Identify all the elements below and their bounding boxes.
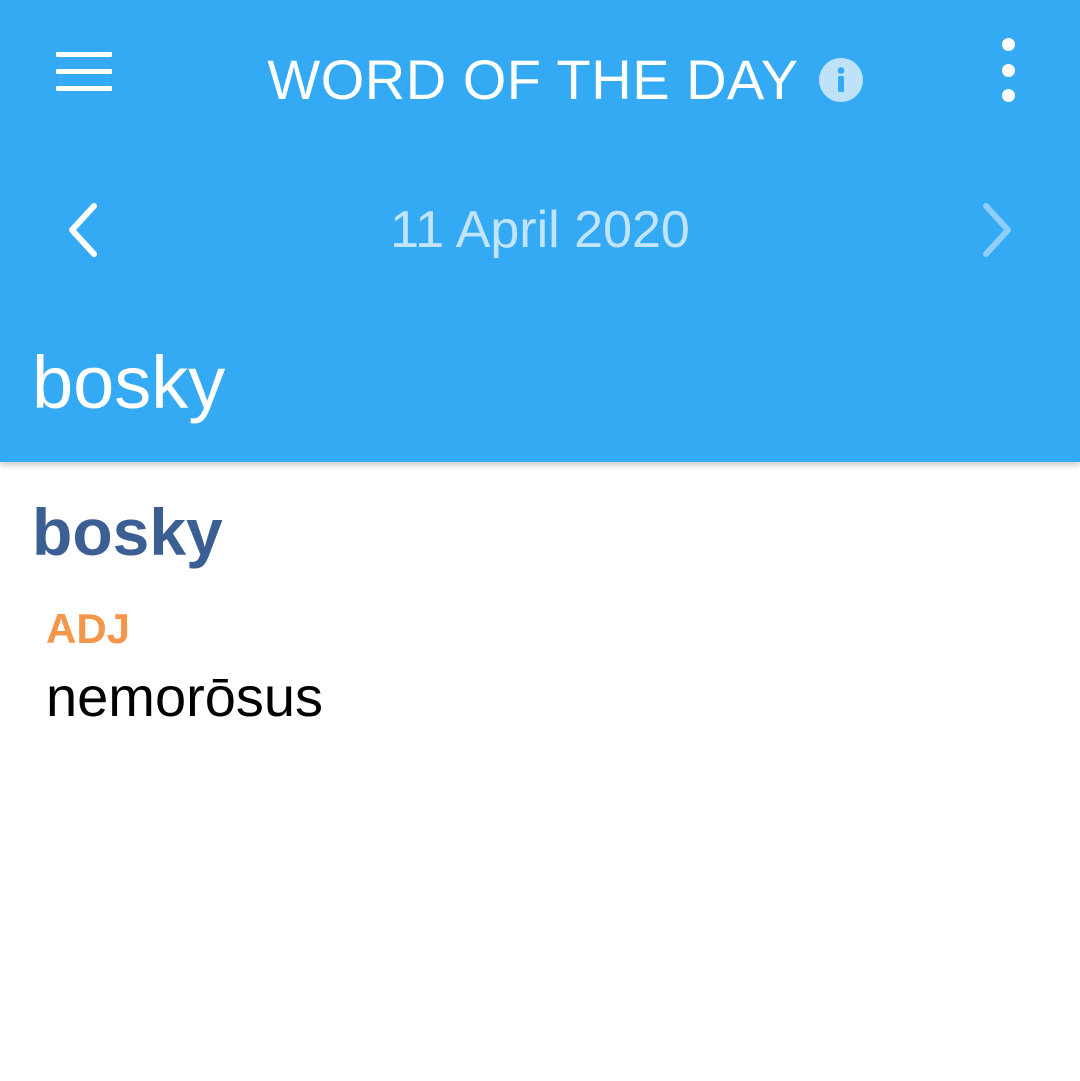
current-date: 11 April 2020 bbox=[390, 201, 690, 259]
info-glyph bbox=[837, 67, 844, 92]
header-word: bosky bbox=[32, 341, 226, 424]
date-navigator: 11 April 2020 bbox=[0, 190, 1080, 270]
more-dot bbox=[1001, 38, 1015, 51]
info-icon[interactable] bbox=[818, 58, 863, 102]
chevron-right-icon bbox=[983, 203, 1011, 257]
more-dot bbox=[1001, 63, 1015, 77]
app-header: WORD OF THE DAY 11 April 2020 bosky bbox=[0, 0, 1080, 462]
part-of-speech-label: ADJ bbox=[46, 605, 131, 652]
translation-text: nemorōsus bbox=[46, 665, 324, 728]
page-title: WORD OF THE DAY bbox=[267, 48, 799, 111]
next-day-button[interactable] bbox=[968, 190, 1028, 270]
entry-headword: bosky bbox=[32, 495, 223, 569]
more-dot bbox=[1001, 89, 1015, 102]
word-of-the-day-screen: WORD OF THE DAY 11 April 2020 bosky bosk… bbox=[0, 0, 1080, 1081]
more-vert-icon[interactable] bbox=[988, 38, 1028, 102]
previous-day-button[interactable] bbox=[52, 190, 112, 270]
title-row: WORD OF THE DAY bbox=[0, 40, 1080, 120]
chevron-left-icon bbox=[69, 203, 97, 257]
